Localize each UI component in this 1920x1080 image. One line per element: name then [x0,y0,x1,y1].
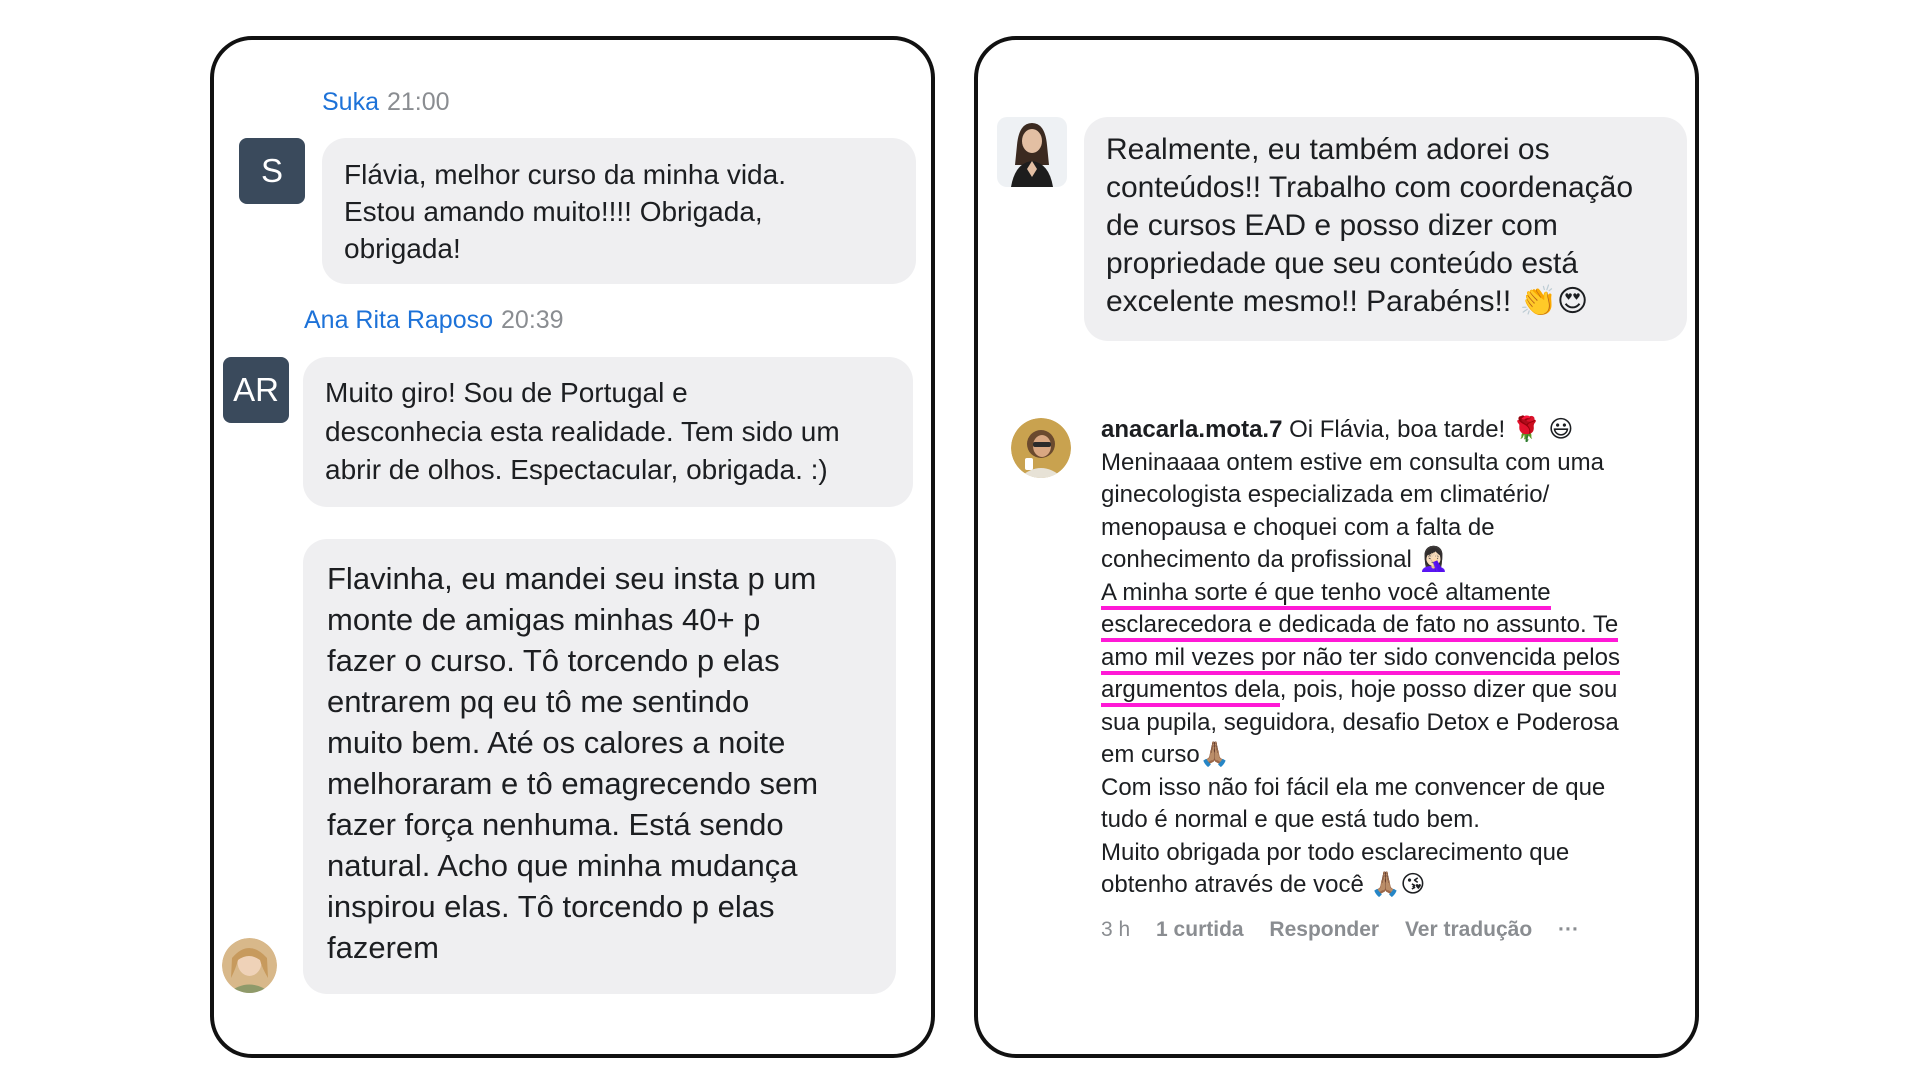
avatar[interactable] [222,938,277,993]
more-options-icon[interactable]: ··· [1558,918,1579,941]
translate-button[interactable]: Ver tradução [1405,918,1532,941]
comment-text: Meninaaaa ontem estive em consulta com u… [1101,448,1604,476]
comment-text: tudo é normal e que está tudo bem. [1101,806,1480,833]
highlighted-text: amo mil vezes por não ter sido convencid… [1101,643,1620,675]
message-time: 20:39 [501,306,564,334]
highlighted-text: A minha sorte é que tenho você altamente [1101,578,1551,610]
author-name[interactable]: Ana Rita Raposo [304,306,493,334]
avatar-photo-icon [997,117,1067,187]
comment-text: Oi Flávia, boa tarde! 🌹 😃 [1282,416,1574,443]
comment: anacarla.mota.7 Oi Flávia, boa tarde! 🌹 … [1101,414,1681,902]
message-time: 21:00 [386,88,450,116]
comment-age: 3 h [1101,918,1131,941]
highlighted-text: esclarecedora e dedicada de fato no assu… [1101,611,1619,642]
avatar-photo-icon [1011,418,1071,478]
comment-text: ginecologista especializada em climatéri… [1101,481,1550,508]
comment-text: conhecimento da profissional 🤦🏻‍♀️ [1101,546,1449,573]
message-header-ana-rita: Ana Rita Raposo 20:39 [304,306,564,335]
avatar[interactable]: AR [223,357,289,423]
comment-text: Muito obrigada por todo esclarecimento q… [1101,838,1570,866]
comment-text: em curso🙏🏽 [1101,741,1230,768]
comment-username[interactable]: anacarla.mota.7 [1101,416,1282,443]
comment-text: menopausa e choquei com a falta de [1101,513,1495,541]
comment-text: Com isso não foi fácil ela me convencer … [1101,773,1606,801]
author-name[interactable]: Suka [322,88,379,116]
message-text: Flávia, melhor curso da minha vida. Esto… [344,159,786,264]
avatar[interactable] [1011,418,1071,478]
message-text: Realmente, eu também adorei os conteúdos… [1106,133,1634,318]
message-header-suka: Suka 21:00 [322,88,450,117]
highlighted-text: argumentos dela [1101,676,1280,707]
message-text: Muito giro! Sou de Portugal e desconheci… [325,377,840,485]
message-bubble: Realmente, eu também adorei os conteúdos… [1084,117,1687,341]
avatar-photo-icon [222,938,277,993]
likes-count-link[interactable]: 1 curtida [1156,918,1244,941]
comment-text: , pois, hoje posso dizer que sou [1279,676,1618,703]
reply-button[interactable]: Responder [1269,918,1379,941]
avatar[interactable] [997,117,1067,187]
comment-text: sua pupila, seguidora, desafio Detox e P… [1101,708,1619,736]
message-bubble: Flávia, melhor curso da minha vida. Esto… [322,138,916,284]
avatar[interactable]: S [239,138,305,204]
message-bubble: Muito giro! Sou de Portugal e desconheci… [303,357,913,507]
message-text: Flavinha, eu mandei seu insta p um monte… [327,561,819,965]
comment-text: obtenho através de você 🙏🏽😘 [1101,871,1426,898]
comment-actions: 3 h 1 curtida Responder Ver tradução ··· [1101,918,1599,942]
message-bubble: Flavinha, eu mandei seu insta p um monte… [303,539,896,994]
